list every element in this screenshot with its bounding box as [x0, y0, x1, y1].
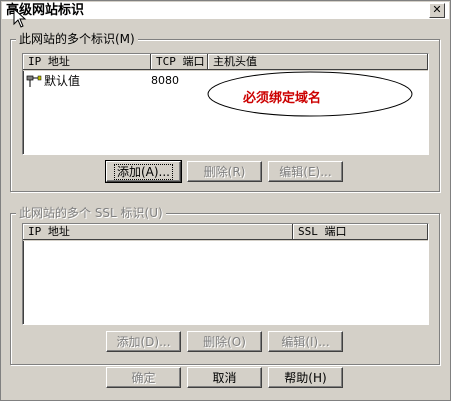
title-bar: 高级网站标识 ✕ — [2, 2, 449, 19]
remove-identity-button[interactable]: 删除(R) — [187, 161, 262, 182]
row-ip-value: 默认值 — [44, 74, 81, 88]
close-icon: ✕ — [432, 3, 442, 16]
row-port-value: 8080 — [151, 74, 179, 87]
list-header: IP 地址 SSL 端口 — [23, 224, 428, 241]
column-header-tcp-port[interactable]: TCP 端口 — [151, 54, 208, 70]
add-identity-button[interactable]: 添加(A)... — [105, 160, 182, 183]
close-button[interactable]: ✕ — [429, 3, 445, 18]
remove-ssl-identity-button[interactable]: 删除(O) — [187, 331, 262, 352]
ssl-identities-list[interactable]: IP 地址 SSL 端口 — [22, 223, 429, 325]
column-header-ssl-port[interactable]: SSL 端口 — [293, 224, 428, 240]
mouse-cursor-icon — [13, 8, 27, 28]
ssl-identities-group-label: 此网站的多个 SSL 标识(U) — [16, 206, 166, 220]
ok-button[interactable]: 确定 — [106, 367, 181, 388]
column-header-ip[interactable]: IP 地址 — [23, 224, 293, 240]
edit-identity-button[interactable]: 编辑(E)... — [268, 161, 343, 182]
column-header-ip[interactable]: IP 地址 — [23, 54, 151, 70]
advanced-site-identification-dialog: 高级网站标识 ✕ 此网站的多个标识(M) IP 地址 TCP 端口 主机头值 默… — [0, 0, 451, 401]
column-header-host-header[interactable]: 主机头值 — [208, 54, 428, 70]
edit-ssl-identity-button[interactable]: 编辑(I)... — [268, 331, 343, 352]
annotation-text: 必须绑定域名 — [243, 91, 322, 106]
list-header: IP 地址 TCP 端口 主机头值 — [23, 54, 428, 71]
help-button[interactable]: 帮助(H) — [268, 367, 343, 388]
site-identities-group-label: 此网站的多个标识(M) — [16, 32, 138, 46]
add-ssl-identity-button[interactable]: 添加(D)... — [106, 331, 181, 352]
cancel-button[interactable]: 取消 — [187, 367, 262, 388]
network-plug-icon — [26, 75, 42, 87]
